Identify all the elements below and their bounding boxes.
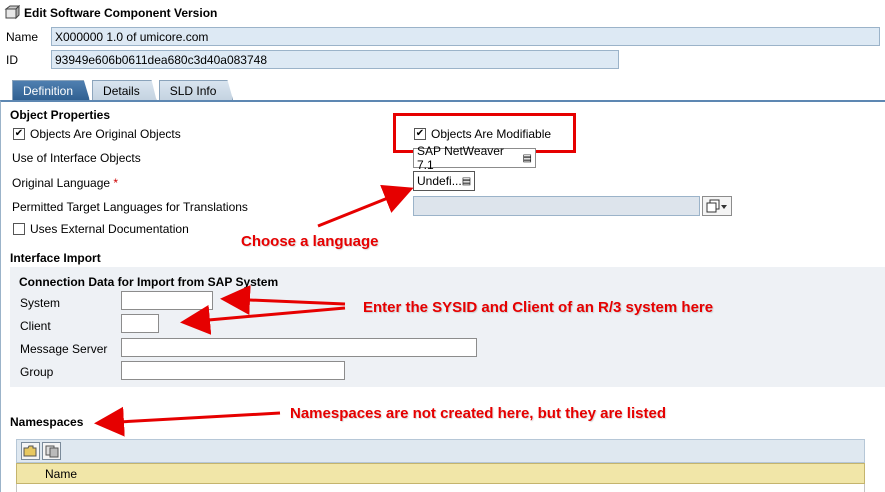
annotation-namespaces: Namespaces are not created here, but the…: [290, 405, 666, 422]
arrow-to-language: [317, 184, 414, 228]
annotation-sysid-client: Enter the SYSID and Client of an R/3 sys…: [363, 299, 714, 316]
arrow-to-client: [180, 304, 346, 335]
arrow-to-namespaces: [94, 406, 281, 437]
arrow-to-system: [220, 285, 346, 315]
annotation-choose-language: Choose a language: [241, 233, 379, 250]
